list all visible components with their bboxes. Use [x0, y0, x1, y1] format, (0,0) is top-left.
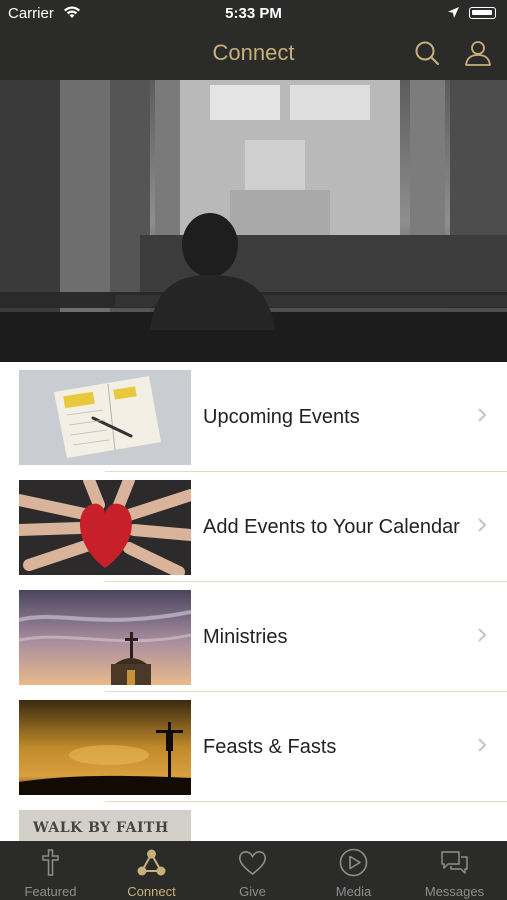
list-item-label: Add Events to Your Calendar	[203, 515, 460, 538]
location-arrow-icon	[448, 7, 459, 18]
red-heart-hands-image	[19, 480, 191, 575]
cross-icon	[42, 849, 59, 876]
tab-label: Connect	[127, 884, 176, 899]
chevron-right-icon	[478, 738, 487, 752]
play-circle-icon	[339, 848, 368, 877]
connect-nodes-icon	[137, 849, 166, 876]
person-icon[interactable]	[463, 38, 493, 68]
heart-icon	[239, 851, 266, 876]
list-item-label	[203, 802, 463, 841]
list-item-ministries[interactable]: Ministries	[0, 582, 507, 692]
list-item-label: Ministries	[203, 625, 288, 648]
walk-by-faith-text: WALK BY FAITH	[33, 820, 169, 836]
tab-media[interactable]: Media	[303, 841, 404, 900]
tab-label: Give	[239, 884, 266, 899]
tab-connect[interactable]: Connect	[101, 841, 202, 900]
crucifix-sunset-image	[19, 700, 191, 795]
navigation-bar: Connect	[0, 28, 507, 80]
church-cross-sky-image	[19, 590, 191, 685]
tab-give[interactable]: Give	[202, 841, 303, 900]
tab-label: Featured	[24, 884, 77, 899]
tab-label: Messages	[424, 884, 485, 899]
chat-bubbles-icon	[441, 851, 468, 874]
chevron-right-icon	[478, 408, 487, 422]
battery-icon	[469, 7, 496, 19]
connect-list: Upcoming Events Add Events to Your Calen…	[0, 362, 507, 841]
list-item-feasts-and-fasts[interactable]: Feasts & Fasts	[0, 692, 507, 802]
tab-messages[interactable]: Messages	[404, 841, 505, 900]
clock: 5:33 PM	[225, 5, 282, 22]
chevron-right-icon	[478, 628, 487, 642]
tab-featured[interactable]: Featured	[0, 841, 101, 900]
list-item-walk-by-faith[interactable]: WALK BY FAITH	[0, 802, 507, 841]
tab-label: Media	[335, 884, 372, 899]
list-item-label: Upcoming Events	[203, 405, 360, 428]
status-bar: Carrier 5:33 PM	[0, 0, 507, 28]
chevron-right-icon	[478, 518, 487, 532]
list-item-label: Feasts & Fasts	[203, 735, 337, 758]
list-item-add-events-to-calendar[interactable]: Add Events to Your Calendar	[0, 472, 507, 582]
notebook-calendar-image	[19, 370, 191, 465]
church-interior-photo	[0, 80, 507, 362]
list-item-upcoming-events[interactable]: Upcoming Events	[0, 362, 507, 472]
tab-bar: Featured Connect Give Media Messages	[0, 841, 507, 900]
search-icon[interactable]	[412, 38, 442, 68]
walk-by-faith-image: WALK BY FAITH	[19, 810, 191, 841]
hero-image	[0, 80, 507, 362]
